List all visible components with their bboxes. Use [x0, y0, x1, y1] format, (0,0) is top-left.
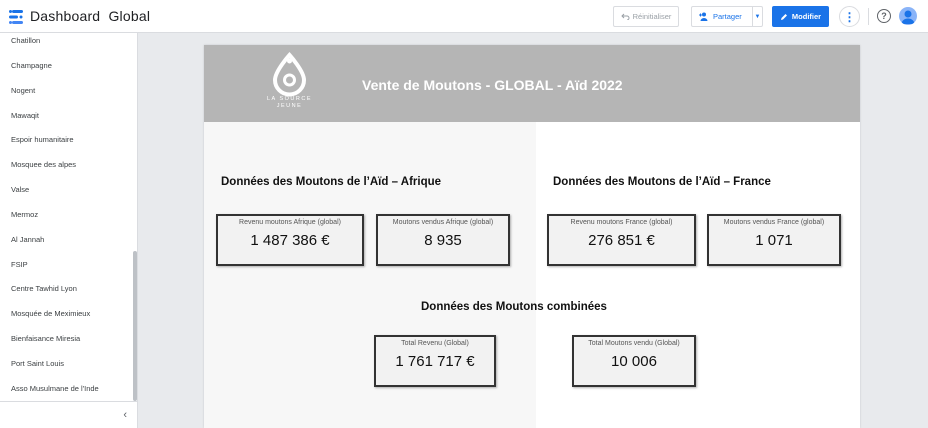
report-title: Vente de Moutons - GLOBAL - Aïd 2022 — [362, 77, 623, 93]
kpi-label: Total Moutons vendu (Global) — [588, 340, 680, 347]
kpi-label: Revenu moutons France (global) — [570, 219, 673, 226]
kpi-value: 276 851 € — [588, 232, 655, 249]
kpi-value: 1 761 717 € — [395, 353, 475, 370]
help-icon[interactable]: ? — [877, 9, 891, 23]
kpi-value: 8 935 — [424, 232, 462, 249]
section-title-combined: Données des Moutons combinées — [421, 301, 607, 313]
sidebar-item[interactable]: Chatillon — [11, 36, 40, 45]
sidebar-item[interactable]: Mosquee des alpes — [11, 160, 76, 169]
drop-logo-icon — [272, 52, 307, 97]
sidebar-item[interactable]: Nogent — [11, 86, 35, 95]
sidebar-item[interactable]: Mawaqit — [11, 111, 39, 120]
app-title[interactable]: Dashboard Global — [30, 8, 150, 24]
toolbar-divider — [868, 8, 869, 25]
sidebar-item[interactable]: Espoir humanitaire — [11, 135, 74, 144]
more-vert-icon[interactable]: ⋮ — [839, 6, 860, 27]
report-header: LA SOURCE JEUNE Vente de Moutons - GLOBA… — [204, 45, 860, 122]
kpi-value: 1 071 — [755, 232, 793, 249]
share-button[interactable]: Partager ▼ — [691, 6, 763, 27]
sidebar-item[interactable]: Al Jannah — [11, 235, 44, 244]
sidebar-item[interactable]: Mermoz — [11, 210, 38, 219]
kpi-vendus-france[interactable]: Moutons vendus France (global) 1 071 — [707, 214, 841, 266]
section-title-afrique: Données des Moutons de l’Aïd – Afrique — [221, 176, 442, 188]
section-title-france: Données des Moutons de l’Aïd – France — [553, 176, 771, 188]
kpi-label: Moutons vendus Afrique (global) — [392, 219, 494, 226]
sidebar-item[interactable]: Centre Tawhid Lyon — [11, 284, 77, 293]
sidebar-item[interactable]: FSIP — [11, 260, 28, 269]
kpi-revenu-afrique[interactable]: Revenu moutons Afrique (global) 1 487 38… — [216, 214, 364, 266]
kpi-label: Moutons vendus France (global) — [723, 219, 825, 226]
share-dropdown-icon[interactable]: ▼ — [752, 7, 762, 26]
kpi-total-vendu[interactable]: Total Moutons vendu (Global) 10 006 — [572, 335, 696, 387]
sidebar-item[interactable]: Mosquée de Meximieux — [11, 309, 90, 318]
reset-label: Réinitialiser — [632, 12, 672, 21]
brand-name: LA SOURCE JEUNE — [267, 96, 312, 109]
share-label: Partager — [713, 12, 742, 21]
kpi-vendus-afrique[interactable]: Moutons vendus Afrique (global) 8 935 — [376, 214, 510, 266]
sidebar-item[interactable]: Champagne — [11, 61, 52, 70]
undo-icon — [620, 13, 630, 20]
add-person-icon — [699, 12, 708, 21]
pencil-icon — [780, 13, 787, 20]
sidebar-footer: ‹ — [0, 401, 137, 428]
kpi-value: 10 006 — [611, 353, 657, 370]
dashboard-logo-icon[interactable] — [8, 9, 24, 25]
kpi-label: Revenu moutons Afrique (global) — [239, 219, 341, 226]
chevron-left-icon[interactable]: ‹ — [123, 409, 127, 421]
report-page: LA SOURCE JEUNE Vente de Moutons - GLOBA… — [204, 45, 860, 428]
kpi-label: Total Revenu (Global) — [401, 340, 469, 347]
kpi-total-revenu[interactable]: Total Revenu (Global) 1 761 717 € — [374, 335, 496, 387]
reset-button[interactable]: Réinitialiser — [613, 6, 679, 27]
sidebar-item[interactable]: Bienfaisance Miresia — [11, 334, 80, 343]
sidebar-item[interactable]: Port Saint Louis — [11, 359, 64, 368]
account-icon[interactable] — [899, 7, 917, 25]
edit-label: Modifier — [791, 12, 822, 21]
kpi-revenu-france[interactable]: Revenu moutons France (global) 276 851 € — [547, 214, 696, 266]
sidebar: Chatillon Champagne Nogent Mawaqit Espoi… — [0, 33, 138, 428]
sidebar-item[interactable]: Valse — [11, 185, 29, 194]
edit-button[interactable]: Modifier — [772, 6, 829, 27]
brand-logo: LA SOURCE JEUNE — [262, 51, 317, 117]
kpi-value: 1 487 386 € — [250, 232, 330, 249]
sidebar-scrollbar[interactable] — [133, 251, 137, 401]
sidebar-item[interactable]: Asso Musulmane de l'Inde — [11, 384, 99, 393]
top-bar: Dashboard Global Réinitialiser Partager … — [0, 0, 928, 33]
